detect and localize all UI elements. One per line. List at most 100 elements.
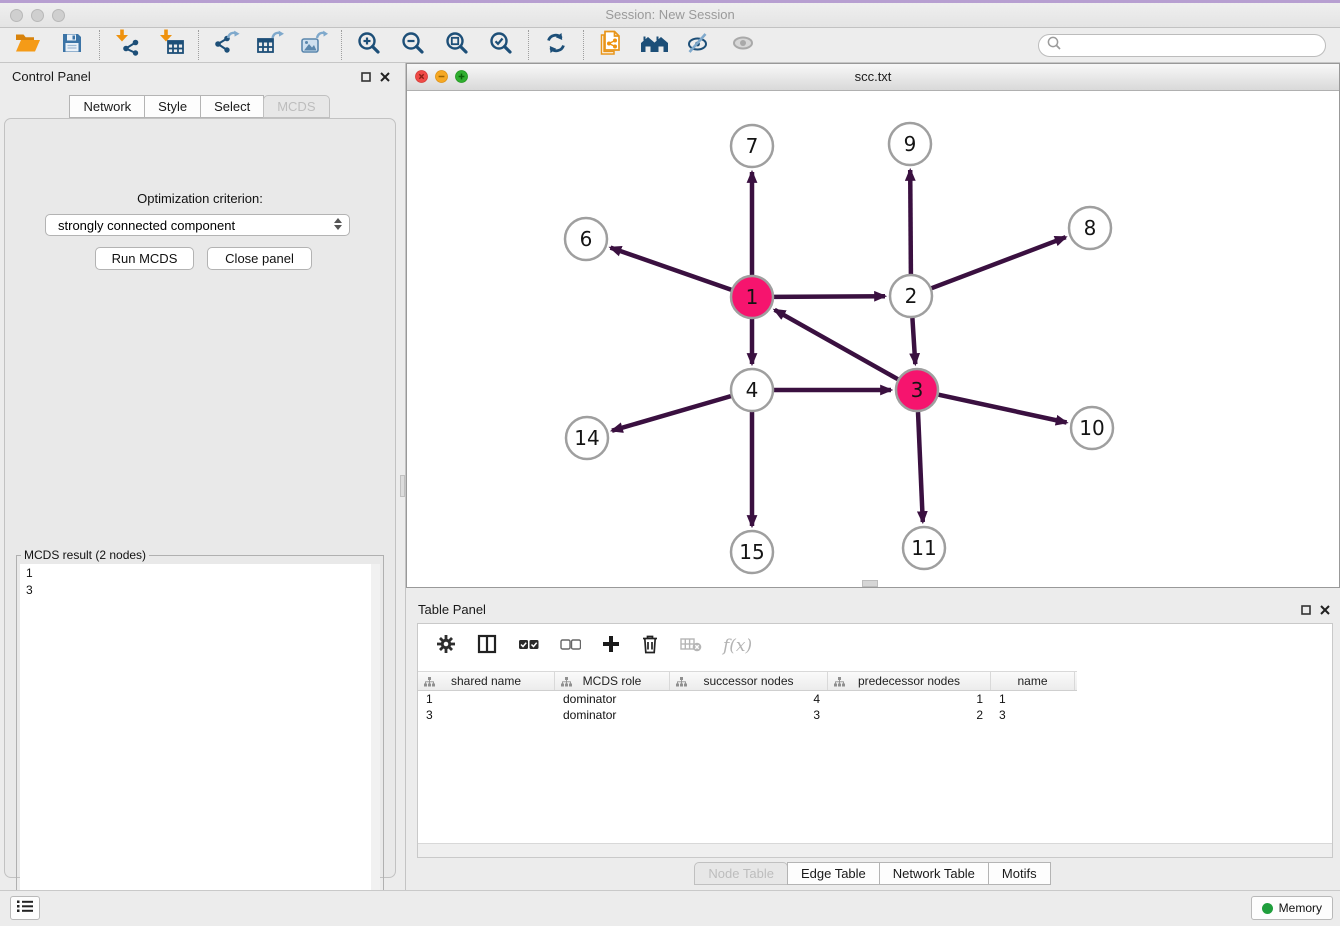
graph-node-label-14: 14 (574, 426, 599, 450)
search-box[interactable] (1038, 34, 1326, 57)
cell-shared-name[interactable]: 1 (418, 691, 555, 707)
graph-edge-3-10[interactable] (939, 395, 1067, 423)
show-columns-icon[interactable] (477, 634, 497, 659)
graph-edge-1-6[interactable] (611, 248, 732, 290)
task-history-button[interactable] (10, 896, 40, 920)
optimization-criterion-label: Optimization criterion: (5, 191, 395, 206)
column-header-predecessor-nodes[interactable]: predecessor nodes (828, 672, 991, 690)
save-session-button[interactable] (50, 30, 94, 60)
column-label: successor nodes (703, 674, 793, 688)
table-horizontal-scrollbar[interactable] (418, 843, 1332, 857)
column-label: MCDS role (583, 674, 642, 688)
close-panel-icon[interactable] (380, 69, 390, 87)
toolbar-separator (198, 30, 199, 60)
float-panel-icon[interactable] (1301, 602, 1311, 620)
status-bar: Memory (0, 890, 1340, 926)
zoom-in-icon (356, 30, 382, 61)
graph-edge-2-3[interactable] (912, 318, 915, 364)
memory-button[interactable]: Memory (1251, 896, 1333, 920)
tab-style[interactable]: Style (144, 95, 201, 118)
import-network-button[interactable] (105, 30, 149, 60)
export-table-button[interactable] (248, 30, 292, 60)
frame-minimize-button[interactable] (435, 70, 448, 88)
table-tab-network-table[interactable]: Network Table (879, 862, 989, 885)
cell-name[interactable]: 1 (991, 691, 1075, 707)
horizontal-splitter-handle[interactable] (862, 580, 878, 587)
graph-node-label-10: 10 (1079, 416, 1104, 440)
zoom-out-button[interactable] (391, 30, 435, 60)
optimization-criterion-select[interactable]: strongly connected component (45, 214, 350, 236)
float-panel-icon[interactable] (361, 69, 371, 87)
export-image-icon (300, 30, 328, 61)
unselect-all-columns-icon[interactable] (560, 637, 581, 656)
cell-predecessor-nodes[interactable]: 2 (828, 707, 991, 723)
window-title: Session: New Session (0, 3, 1340, 27)
table-tab-edge-table[interactable]: Edge Table (787, 862, 880, 885)
cell-successor-nodes[interactable]: 4 (670, 691, 828, 707)
tab-network[interactable]: Network (69, 95, 145, 118)
zoom-fit-button[interactable] (435, 30, 479, 60)
maximize-window-button[interactable] (52, 9, 65, 22)
select-all-columns-icon[interactable] (518, 637, 539, 656)
table-row[interactable]: 3dominator323 (418, 707, 1332, 723)
hierarchy-icon (561, 676, 572, 690)
export-network-button[interactable] (204, 30, 248, 60)
graph-edge-2-8[interactable] (932, 237, 1066, 288)
search-input[interactable] (1066, 37, 1325, 53)
cell-successor-nodes[interactable]: 3 (670, 707, 828, 723)
graph-edge-1-2[interactable] (774, 296, 885, 297)
minimize-window-button[interactable] (31, 9, 44, 22)
graph-edge-3-1[interactable] (775, 310, 898, 379)
show-hide-button[interactable] (721, 30, 765, 60)
toolbar-separator (583, 30, 584, 60)
cell-name[interactable]: 3 (991, 707, 1075, 723)
network-window-title: scc.txt (407, 64, 1339, 89)
frame-maximize-button[interactable] (455, 70, 468, 88)
save-floppy-icon (61, 32, 83, 59)
tab-select[interactable]: Select (200, 95, 264, 118)
add-column-plus-icon[interactable] (602, 635, 620, 658)
splitter-handle[interactable] (400, 475, 405, 497)
tab-mcds[interactable]: MCDS (263, 95, 329, 118)
open-session-button[interactable] (6, 30, 50, 60)
graph-edge-4-14[interactable] (612, 396, 731, 431)
column-header-shared-name[interactable]: shared name (418, 672, 555, 690)
result-scrollbar[interactable] (371, 564, 380, 926)
control-panel-title: Control Panel (12, 69, 91, 84)
cell-shared-name[interactable]: 3 (418, 707, 555, 723)
graph-edge-3-11[interactable] (918, 412, 923, 522)
toggle-graphics-details-button[interactable] (677, 30, 721, 60)
close-panel-icon[interactable] (1320, 602, 1330, 620)
zoom-in-button[interactable] (347, 30, 391, 60)
refresh-icon (543, 30, 569, 61)
cell-mcds-role[interactable]: dominator (555, 707, 670, 723)
network-graph-canvas[interactable]: 7968124314101511 (407, 90, 1339, 587)
apply-layout-button[interactable] (534, 30, 578, 60)
frame-close-button[interactable] (415, 70, 428, 88)
export-image-button[interactable] (292, 30, 336, 60)
optimization-criterion-value: strongly connected component (58, 218, 235, 233)
open-folder-icon (15, 32, 41, 58)
delete-column-trash-icon[interactable] (641, 634, 659, 659)
new-network-from-selection-button[interactable] (589, 30, 633, 60)
cell-mcds-role[interactable]: dominator (555, 691, 670, 707)
mcds-tab-panel: Optimization criterion: strongly connect… (4, 118, 396, 878)
table-settings-gear-icon[interactable] (436, 634, 456, 659)
column-header-name[interactable]: name (991, 672, 1075, 690)
table-row[interactable]: 1dominator411 (418, 691, 1332, 707)
mcds-result-text[interactable]: 1 3 (20, 564, 380, 926)
network-window-titlebar[interactable]: scc.txt (407, 64, 1339, 91)
close-panel-button[interactable]: Close panel (207, 247, 312, 270)
table-tab-motifs[interactable]: Motifs (988, 862, 1051, 885)
run-mcds-button[interactable]: Run MCDS (95, 247, 194, 270)
first-neighbors-button[interactable] (633, 30, 677, 60)
zoom-selected-button[interactable] (479, 30, 523, 60)
import-table-button[interactable] (149, 30, 193, 60)
toolbar-separator (99, 30, 100, 60)
close-window-button[interactable] (10, 9, 23, 22)
cell-predecessor-nodes[interactable]: 1 (828, 691, 991, 707)
column-header-mcds-role[interactable]: MCDS role (555, 672, 670, 690)
table-tab-node-table[interactable]: Node Table (694, 862, 788, 885)
column-header-successor-nodes[interactable]: successor nodes (670, 672, 828, 690)
graph-edge-2-9[interactable] (910, 170, 911, 274)
